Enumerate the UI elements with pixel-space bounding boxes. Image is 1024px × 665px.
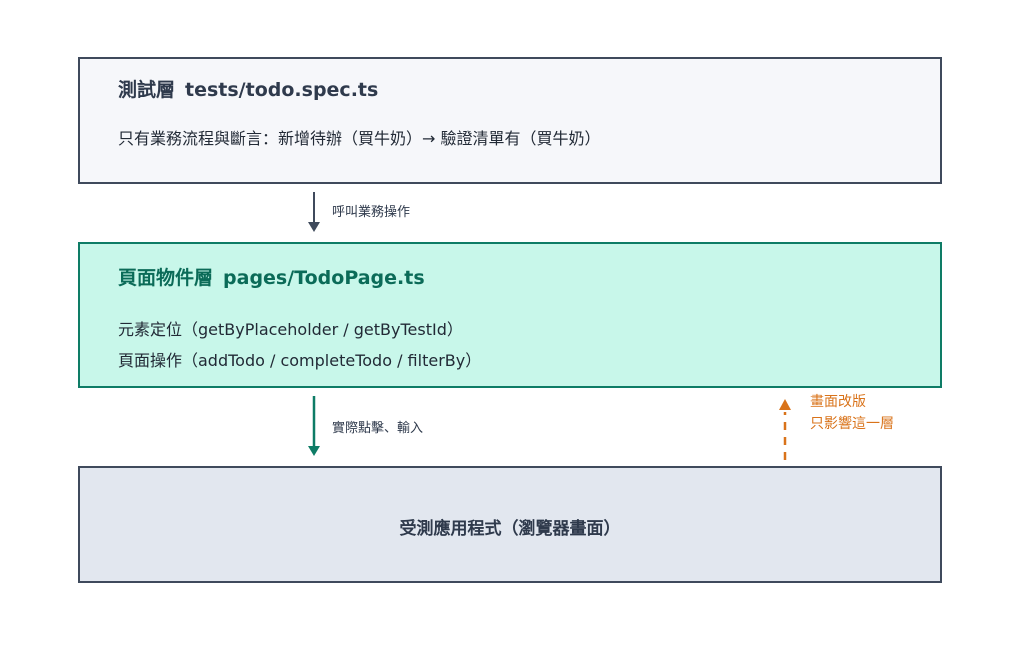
interact-arrow-label: 實際點擊、輸入 bbox=[332, 421, 424, 436]
call-arrow-label: 呼叫業務操作 bbox=[332, 205, 411, 220]
ui-change-dashed-arrow bbox=[779, 399, 791, 460]
ui-change-note: 畫面改版 只影響這一層 bbox=[810, 391, 894, 435]
ui-change-note-line-2: 只影響這一層 bbox=[810, 416, 894, 432]
flow-arrows bbox=[308, 192, 791, 460]
interact-arrow bbox=[308, 396, 320, 456]
ui-change-note-line-1: 畫面改版 bbox=[810, 394, 866, 410]
call-arrow bbox=[308, 192, 320, 232]
